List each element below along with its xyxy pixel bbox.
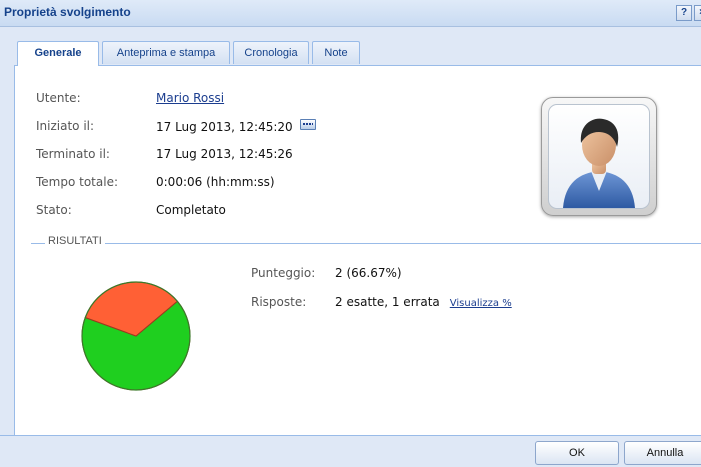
- calendar-icon[interactable]: [299, 119, 316, 130]
- tab-generale[interactable]: Generale: [17, 41, 99, 66]
- total-time-value: 0:00:06 (hh:mm:ss): [156, 175, 275, 189]
- ok-button[interactable]: OK: [535, 441, 619, 465]
- tab-cronologia[interactable]: Cronologia: [233, 41, 309, 64]
- tab-anteprima-stampa[interactable]: Anteprima e stampa: [102, 41, 230, 64]
- user-row: Utente: Mario Rossi: [36, 91, 224, 105]
- started-value-wrap: 17 Lug 2013, 12:45:20: [156, 119, 316, 134]
- user-avatar-icon: [548, 104, 650, 209]
- total-time-label: Tempo totale:: [36, 175, 119, 189]
- properties-dialog: Proprietà svolgimento ? × Generale Antep…: [0, 0, 701, 467]
- answers-value: 2 esatte, 1 errata: [335, 295, 440, 309]
- started-label: Iniziato il:: [36, 119, 95, 133]
- answers-row: Risposte: 2 esatte, 1 errata Visualizza %: [251, 295, 512, 309]
- title-bar[interactable]: Proprietà svolgimento ? ×: [0, 0, 701, 27]
- answers-value-wrap: 2 esatte, 1 errata Visualizza %: [335, 295, 512, 309]
- started-row: Iniziato il: 17 Lug 2013, 12:45:20: [36, 119, 316, 134]
- ended-label: Terminato il:: [36, 147, 110, 161]
- results-section-title: RISULTATI: [45, 235, 105, 247]
- dialog-title: Proprietà svolgimento: [4, 5, 131, 19]
- tab-note[interactable]: Note: [312, 41, 360, 64]
- status-label: Stato:: [36, 203, 72, 217]
- ended-value: 17 Lug 2013, 12:45:26: [156, 147, 293, 161]
- help-button[interactable]: ?: [676, 5, 692, 21]
- general-panel: Utente: Mario Rossi Iniziato il: 17 Lug …: [14, 66, 701, 435]
- user-label: Utente:: [36, 91, 81, 105]
- view-percent-link[interactable]: Visualizza %: [450, 298, 512, 309]
- results-divider: [31, 243, 701, 244]
- cancel-button[interactable]: Annulla: [624, 441, 701, 465]
- score-row: Punteggio: 2 (66.67%): [251, 266, 402, 280]
- results-pie-chart: [81, 281, 191, 391]
- avatar-frame: [541, 97, 657, 216]
- tab-strip: Generale Anteprima e stampa Cronologia N…: [14, 41, 701, 66]
- answers-label: Risposte:: [251, 295, 307, 309]
- user-link[interactable]: Mario Rossi: [156, 91, 224, 105]
- total-time-row: Tempo totale: 0:00:06 (hh:mm:ss): [36, 175, 275, 189]
- ended-row: Terminato il: 17 Lug 2013, 12:45:26: [36, 147, 293, 161]
- started-value: 17 Lug 2013, 12:45:20: [156, 120, 293, 134]
- close-button[interactable]: ×: [694, 5, 701, 21]
- status-value: Completato: [156, 203, 226, 217]
- score-value: 2 (66.67%): [335, 266, 402, 280]
- score-label: Punteggio:: [251, 266, 316, 280]
- status-row: Stato: Completato: [36, 203, 226, 217]
